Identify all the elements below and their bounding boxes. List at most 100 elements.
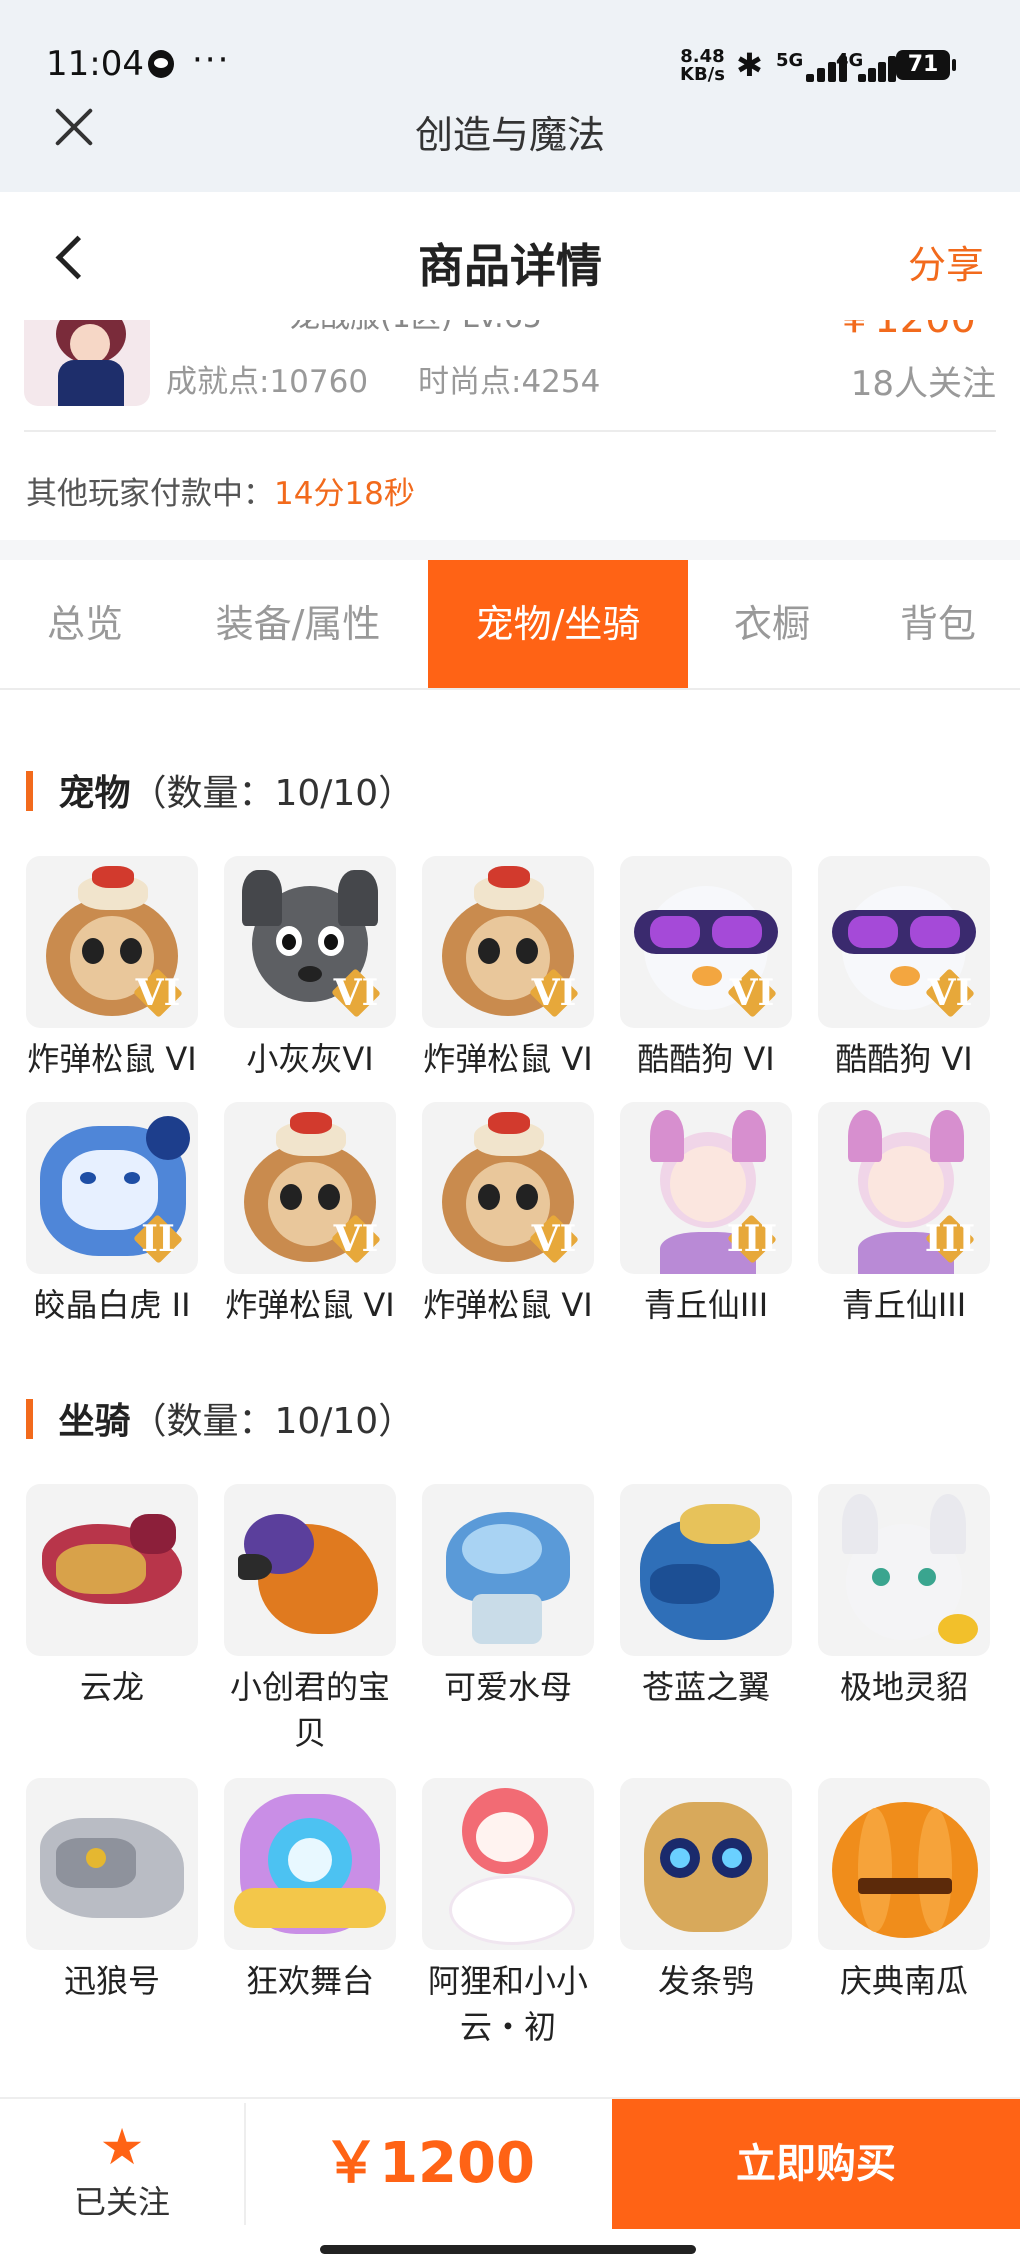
page-title: 商品详情: [418, 239, 602, 293]
pets-item[interactable]: VI 炸弹松鼠 VI: [420, 856, 596, 1082]
tab-backpack[interactable]: 背包: [856, 560, 1020, 688]
tier-label: VI: [333, 972, 379, 1014]
tab-pets-mounts[interactable]: 宠物/坐骑: [428, 560, 688, 688]
pets-item-name: 炸弹松鼠 VI: [27, 1040, 197, 1078]
carnival-stage-icon: [224, 1778, 396, 1950]
mounts-item[interactable]: 云龙: [24, 1484, 200, 1710]
pets-item[interactable]: VI 炸弹松鼠 VI: [24, 856, 200, 1082]
tier-label: II: [141, 1218, 175, 1260]
pets-item[interactable]: VI 炸弹松鼠 VI: [420, 1102, 596, 1328]
pets-item-name: 炸弹松鼠 VI: [423, 1040, 593, 1078]
mounts-item[interactable]: 苍蓝之翼: [618, 1484, 794, 1710]
pets-item[interactable]: VI 小灰灰VI: [222, 856, 398, 1082]
phoenix-icon: [224, 1484, 396, 1656]
cloud-dragon-icon: [26, 1484, 198, 1656]
mounts-item-name: 小创君的宝贝: [230, 1668, 391, 1752]
pumpkin-icon: [818, 1778, 990, 1950]
pets-item-name: 青丘仙III: [643, 1286, 769, 1324]
pets-section-title: 宠物（数量：10/10）: [26, 764, 414, 816]
pets-title: 宠物: [58, 773, 131, 814]
mounts-count: （数量：10/10）: [130, 1401, 415, 1442]
jellyfish-icon: [422, 1484, 594, 1656]
tier-label: VI: [135, 972, 181, 1014]
mounts-item[interactable]: 狂欢舞台: [222, 1778, 398, 2004]
mounts-title: 坐骑: [58, 1401, 131, 1442]
white-tiger-icon: II: [26, 1102, 198, 1274]
pets-item-name: 青丘仙III: [841, 1286, 967, 1324]
squirrel-icon: VI: [224, 1102, 396, 1274]
other-players-paying: 其他玩家付款中：14分18秒: [26, 468, 415, 513]
mounts-item[interactable]: 可爱水母: [420, 1484, 596, 1710]
character-avatar: [24, 320, 150, 406]
buy-now-button[interactable]: 立即购买: [612, 2099, 1020, 2229]
squirrel-icon: VI: [422, 1102, 594, 1274]
tier-badge: III: [722, 1216, 782, 1262]
follow-label: 已关注: [73, 2183, 170, 2221]
polar-mink-icon: [818, 1484, 990, 1656]
mounts-section-title: 坐骑（数量：10/10）: [26, 1392, 414, 1444]
tier-label: VI: [333, 1218, 379, 1260]
divider: [24, 430, 996, 432]
tab-equipment[interactable]: 装备/属性: [170, 560, 426, 688]
summary-price: ￥1200: [834, 320, 976, 344]
mounts-item[interactable]: 阿狸和小小云・初: [420, 1778, 596, 2050]
mounts-item-name: 迅狼号: [63, 1962, 160, 2000]
product-summary: 龙战服(1区) Lv.65 ￥1200 成就点:10760 时尚点:4254 1…: [0, 320, 1020, 540]
status-bar: 11:04 ··· 8.48 KB/s ✱ 5G 4G 71: [0, 0, 1020, 120]
status-time: 11:04: [46, 44, 144, 84]
home-indicator[interactable]: [320, 2245, 696, 2254]
mounts-item[interactable]: 极地灵貂: [816, 1484, 992, 1710]
page-header: 商品详情 分享: [0, 192, 1020, 320]
squirrel-icon: VI: [422, 856, 594, 1028]
battery-icon: 71: [896, 50, 956, 80]
goggle-dog-icon: VI: [620, 856, 792, 1028]
pets-item-name: 皎晶白虎 II: [33, 1286, 191, 1324]
server-info: 龙战服(1区) Lv.65: [290, 320, 542, 336]
ali-fox-cloud-icon: [422, 1778, 594, 1950]
tier-label: VI: [531, 972, 577, 1014]
pets-item[interactable]: III 青丘仙III: [618, 1102, 794, 1328]
app-top-area: 11:04 ··· 8.48 KB/s ✱ 5G 4G 71 创造与魔法: [0, 0, 1020, 192]
mounts-item-name: 极地灵貂: [839, 1668, 968, 1706]
tab-wardrobe[interactable]: 衣橱: [688, 560, 856, 688]
pets-item[interactable]: VI 酷酷狗 VI: [816, 856, 992, 1082]
grey-wolf-icon: VI: [224, 856, 396, 1028]
pets-item[interactable]: II 皎晶白虎 II: [24, 1102, 200, 1328]
mounts-item-name: 庆典南瓜: [839, 1962, 968, 2000]
total-price: ￥1200: [323, 2131, 535, 2196]
network-speed-unit: KB/s: [680, 64, 725, 85]
pets-item-name: 酷酷狗 VI: [835, 1040, 973, 1078]
tier-label: VI: [729, 972, 775, 1014]
pets-item[interactable]: III 青丘仙III: [816, 1102, 992, 1328]
signal-strength-icon: [858, 52, 898, 82]
follower-count: 18人关注: [850, 364, 996, 404]
follow-button[interactable]: ★ 已关注: [0, 2099, 244, 2229]
tier-label: III: [924, 1218, 976, 1260]
tier-badge: VI: [524, 1216, 584, 1262]
mounts-item[interactable]: 庆典南瓜: [816, 1778, 992, 2004]
mounts-item-name: 发条鸮: [657, 1962, 754, 2000]
more-notifications-icon: ···: [192, 40, 231, 80]
tier-badge: VI: [722, 970, 782, 1016]
squirrel-icon: VI: [26, 856, 198, 1028]
mounts-item[interactable]: 发条鸮: [618, 1778, 794, 2004]
tab-overview[interactable]: 总览: [0, 560, 170, 688]
achievement-points: 成就点:10760: [166, 364, 369, 400]
bluetooth-icon: ✱: [736, 46, 763, 84]
clockwork-owl-icon: [620, 1778, 792, 1950]
bottom-action-bar: ★ 已关注 ￥1200 立即购买: [0, 2097, 1020, 2229]
mounts-item[interactable]: 小创君的宝贝: [222, 1484, 398, 1756]
pets-item-name: 小灰灰VI: [246, 1040, 374, 1078]
tier-label: III: [726, 1218, 778, 1260]
share-button[interactable]: 分享: [908, 234, 984, 289]
paying-label: 其他玩家付款中：: [26, 476, 274, 512]
pets-item-name: 炸弹松鼠 VI: [225, 1286, 395, 1324]
pets-item[interactable]: VI 酷酷狗 VI: [618, 856, 794, 1082]
mounts-item[interactable]: 迅狼号: [24, 1778, 200, 2004]
network-speed: 8.48 KB/s: [680, 48, 725, 84]
pets-item[interactable]: VI 炸弹松鼠 VI: [222, 1102, 398, 1328]
tier-label: VI: [531, 1218, 577, 1260]
mounts-item-name: 可爱水母: [443, 1668, 572, 1706]
tier-badge: II: [128, 1216, 188, 1262]
blue-dragon-icon: [620, 1484, 792, 1656]
